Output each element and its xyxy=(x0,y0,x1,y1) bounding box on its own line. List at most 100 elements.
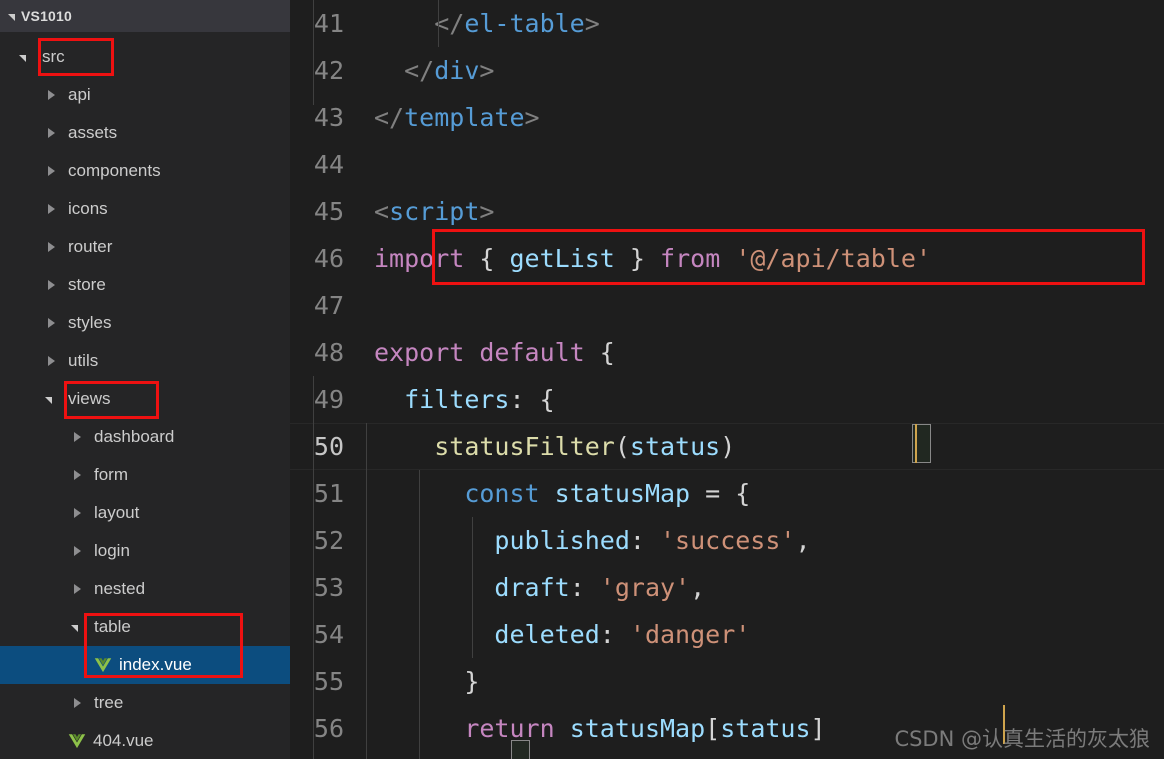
tree-item-views[interactable]: views xyxy=(0,380,290,418)
tree-item-index-vue[interactable]: index.vue xyxy=(0,646,290,684)
twisty-icons[interactable] xyxy=(42,204,60,214)
tree-item-router[interactable]: router xyxy=(0,228,290,266)
code-line-43[interactable]: 43 </template> xyxy=(290,94,1164,141)
code-line-42[interactable]: 42 </div> xyxy=(290,47,1164,94)
tree-item-utils[interactable]: utils xyxy=(0,342,290,380)
twisty-views[interactable] xyxy=(42,396,60,404)
triangle-right-icon xyxy=(47,242,55,252)
code-line-47[interactable]: 47 xyxy=(290,282,1164,329)
code-token: default xyxy=(479,338,585,367)
line-number: 49 xyxy=(313,385,344,414)
twisty-layout[interactable] xyxy=(68,508,86,518)
code-line-50[interactable]: 50 statusFilter(status) xyxy=(290,423,1164,470)
code-token: 'success' xyxy=(660,526,796,555)
twisty-styles[interactable] xyxy=(42,318,60,328)
code-line-45[interactable]: 45 <script> xyxy=(290,188,1164,235)
twisty-table[interactable] xyxy=(68,624,86,632)
code-token: published xyxy=(494,526,630,555)
code-line-text: </div> xyxy=(352,56,494,85)
explorer-root-header[interactable]: VS1010 xyxy=(0,0,290,32)
line-number: 56 xyxy=(313,714,344,743)
line-number: 46 xyxy=(313,244,344,273)
tree-item-label: table xyxy=(94,617,131,636)
triangle-right-icon xyxy=(47,128,55,138)
code-token: { xyxy=(599,338,615,367)
twisty-src[interactable] xyxy=(16,54,34,62)
triangle-down-icon xyxy=(70,624,78,632)
tree-item-store[interactable]: store xyxy=(0,266,290,304)
twisty-nested[interactable] xyxy=(68,584,86,594)
tree-item-table[interactable]: table xyxy=(0,608,290,646)
code-token: div xyxy=(434,56,480,85)
line-number: 51 xyxy=(313,479,344,508)
code-line-52[interactable]: 52 published: 'success', xyxy=(290,517,1164,564)
twisty-tree[interactable] xyxy=(68,698,86,708)
code-line-text: return statusMap[status] xyxy=(352,714,825,743)
tree-item-label: tree xyxy=(94,693,124,712)
line-number: 53 xyxy=(313,573,344,602)
twisty-assets[interactable] xyxy=(42,128,60,138)
tree-item-label: login xyxy=(94,541,130,560)
tree-item-label: views xyxy=(68,389,111,408)
twisty-dashboard[interactable] xyxy=(68,432,86,442)
tree-item-404-vue[interactable]: 404.vue xyxy=(0,722,290,759)
tree-item-tree[interactable]: tree xyxy=(0,684,290,722)
code-line-text: import { getList } from '@/api/table' xyxy=(352,244,931,273)
tree-item-label: nested xyxy=(94,579,146,598)
code-line-44[interactable]: 44 xyxy=(290,141,1164,188)
code-line-51[interactable]: 51 const statusMap = { xyxy=(290,470,1164,517)
tree-item-src[interactable]: src xyxy=(0,38,290,76)
twisty-api[interactable] xyxy=(42,90,60,100)
code-token: , xyxy=(690,573,706,602)
code-token: </ xyxy=(404,56,435,85)
code-line-54[interactable]: 54 deleted: 'danger' xyxy=(290,611,1164,658)
tree-item-login[interactable]: login xyxy=(0,532,290,570)
code-line-48[interactable]: 48 export default { xyxy=(290,329,1164,376)
tree-item-assets[interactable]: assets xyxy=(0,114,290,152)
twisty-form[interactable] xyxy=(68,470,86,480)
code-editor[interactable]: 41 </el-table> 42 </div> 43 </template> 44 45… xyxy=(290,0,1164,759)
tree-item-styles[interactable]: styles xyxy=(0,304,290,342)
tree-item-label: store xyxy=(68,275,106,294)
code-token: : xyxy=(509,385,540,414)
tree-item-label: layout xyxy=(94,503,140,522)
twisty-components[interactable] xyxy=(42,166,60,176)
tree-item-form[interactable]: form xyxy=(0,456,290,494)
tree-item-icons[interactable]: icons xyxy=(0,190,290,228)
triangle-right-icon xyxy=(47,90,55,100)
code-line-41[interactable]: 41 </el-table> xyxy=(290,0,1164,47)
twisty-store[interactable] xyxy=(42,280,60,290)
code-line-46[interactable]: 46 import { getList } from '@/api/table' xyxy=(290,235,1164,282)
tree-item-label: form xyxy=(94,465,128,484)
tree-item-nested[interactable]: nested xyxy=(0,570,290,608)
triangle-down-icon xyxy=(18,54,26,62)
indent-guide xyxy=(313,0,314,105)
code-line-49[interactable]: 49 filters: { xyxy=(290,376,1164,423)
tree-item-dashboard[interactable]: dashboard xyxy=(0,418,290,456)
tree-item-components[interactable]: components xyxy=(0,152,290,190)
code-token: 'gray' xyxy=(599,573,691,602)
twisty-login[interactable] xyxy=(68,546,86,556)
code-lines-container: 41 </el-table> 42 </div> 43 </template> 44 45… xyxy=(290,0,1164,752)
code-line-53[interactable]: 53 draft: 'gray', xyxy=(290,564,1164,611)
tree-item-api[interactable]: api xyxy=(0,76,290,114)
code-token: filters xyxy=(404,385,510,414)
line-number: 52 xyxy=(313,526,344,555)
code-line-55[interactable]: 55 } xyxy=(290,658,1164,705)
triangle-right-icon xyxy=(47,318,55,328)
code-token: </ xyxy=(374,103,405,132)
twisty-router[interactable] xyxy=(42,242,60,252)
indent-guide xyxy=(313,376,314,759)
tree-item-layout[interactable]: layout xyxy=(0,494,290,532)
code-line-text: deleted: 'danger' xyxy=(352,620,750,649)
twisty-utils[interactable] xyxy=(42,356,60,366)
line-number: 48 xyxy=(313,338,344,367)
triangle-right-icon xyxy=(73,698,81,708)
triangle-right-icon xyxy=(47,356,55,366)
